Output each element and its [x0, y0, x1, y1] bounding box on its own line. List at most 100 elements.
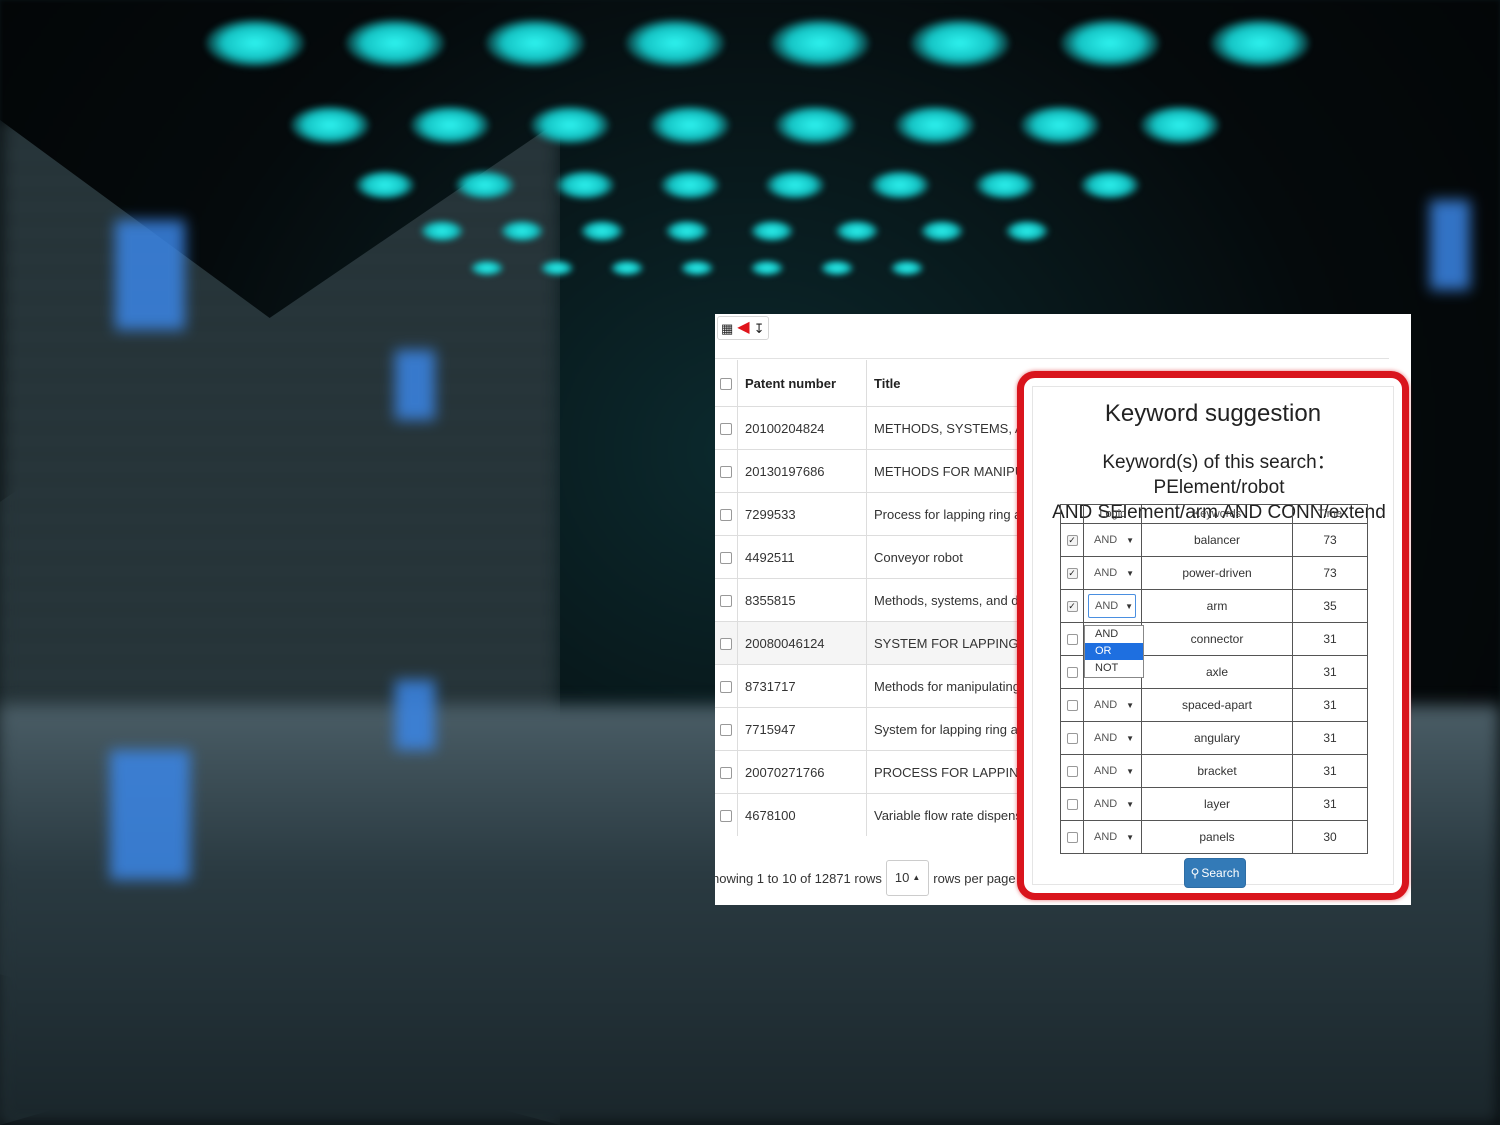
patent-number-cell: 20100204824: [737, 406, 867, 450]
logic-header: Logic: [1083, 504, 1142, 524]
ceiling-light: [610, 260, 644, 276]
row-checkbox[interactable]: [720, 724, 732, 737]
table-row[interactable]: 4492511 Conveyor robot: [715, 535, 1056, 579]
keyword-checkbox[interactable]: ✓: [1066, 568, 1078, 580]
ceiling-light: [355, 170, 415, 200]
server-blue-panel: [1430, 200, 1470, 290]
patent-number-cell: 20080046124: [737, 621, 867, 665]
row-checkbox[interactable]: [720, 810, 732, 823]
export-icon[interactable]: ↧: [754, 322, 765, 335]
ceiling-light: [835, 220, 879, 242]
keyword-row: AND ▼ layer 31: [1060, 787, 1368, 821]
patent-number-cell: 4678100: [737, 793, 867, 836]
rows-per-page-label: rows per page: [933, 870, 1016, 886]
grid-icon[interactable]: ▦: [721, 322, 733, 335]
ceiling-light: [580, 220, 624, 242]
table-row[interactable]: 8355815 Methods, systems, and device: [715, 578, 1056, 622]
patent-number-cell: 8355815: [737, 578, 867, 622]
table-row[interactable]: 8731717 Methods for manipulating cutti: [715, 664, 1056, 708]
logic-value: AND: [1094, 831, 1118, 843]
pagination-summary: howing 1 to 10 of 12871 rows: [715, 870, 882, 886]
ceiling-light: [870, 170, 930, 200]
keyword-checkbox[interactable]: ✓: [1066, 601, 1078, 613]
dropdown-option-and[interactable]: AND: [1085, 626, 1143, 643]
row-checkbox[interactable]: [720, 595, 732, 608]
logic-select[interactable]: AND ▼: [1088, 792, 1136, 816]
search-button-label: Search: [1201, 866, 1240, 880]
caret-down-icon: ▼: [1126, 766, 1134, 776]
keyword-cell: arm: [1141, 589, 1293, 623]
logic-value: AND: [1094, 567, 1118, 579]
ceiling-light: [680, 260, 714, 276]
ceiling-light: [485, 18, 585, 68]
search-button[interactable]: ⚲ Search: [1184, 858, 1246, 888]
server-blue-panel: [395, 680, 435, 750]
ceiling-light: [455, 170, 515, 200]
table-row[interactable]: 7715947 System for lapping ring and pir: [715, 707, 1056, 751]
keywords-header: Keywords: [1141, 504, 1293, 524]
keyword-checkbox[interactable]: [1066, 799, 1078, 811]
patent-number-cell: 7299533: [737, 492, 867, 536]
keyword-checkbox[interactable]: [1066, 832, 1078, 844]
keyword-checkbox[interactable]: [1066, 766, 1078, 778]
logic-select[interactable]: AND ▼: [1088, 561, 1136, 585]
row-checkbox[interactable]: [720, 423, 732, 436]
dropdown-option-or[interactable]: OR: [1085, 643, 1143, 660]
ceiling-light: [910, 18, 1010, 68]
row-checkbox[interactable]: [720, 466, 732, 479]
logic-value: AND: [1094, 798, 1118, 810]
search-icon: ⚲: [1190, 866, 1200, 880]
logic-select[interactable]: AND ▼: [1088, 693, 1136, 717]
logic-value: AND: [1094, 732, 1118, 744]
ceiling-light: [345, 18, 445, 68]
logic-dropdown-menu: AND OR NOT: [1084, 625, 1144, 678]
time-cell: 31: [1292, 622, 1368, 656]
back-arrow-icon[interactable]: ◀: [737, 320, 749, 336]
patent-number-cell: 4492511: [737, 535, 867, 579]
logic-select[interactable]: AND ▼: [1088, 759, 1136, 783]
ceiling-light: [820, 260, 854, 276]
server-blue-panel: [395, 350, 435, 420]
table-row[interactable]: 20100204824 METHODS, SYSTEMS, AND D: [715, 406, 1056, 450]
row-checkbox[interactable]: [720, 552, 732, 565]
row-checkbox[interactable]: [720, 638, 732, 651]
time-cell: 30: [1292, 820, 1368, 854]
time-cell: 31: [1292, 655, 1368, 689]
ceiling-light: [410, 105, 490, 145]
page-size-select[interactable]: 10 ▲: [885, 860, 930, 896]
row-checkbox[interactable]: [720, 767, 732, 780]
keyword-cell: axle: [1141, 655, 1293, 689]
ceiling-light: [660, 170, 720, 200]
table-row[interactable]: 4678100 Variable flow rate dispensing v: [715, 793, 1056, 836]
keyword-checkbox[interactable]: [1066, 667, 1078, 679]
row-checkbox[interactable]: [720, 509, 732, 522]
results-toolbar: ▦ ◀ ↧: [717, 316, 769, 340]
time-cell: 31: [1292, 787, 1368, 821]
dropdown-option-not[interactable]: NOT: [1085, 660, 1143, 677]
keyword-row: AND ▼ bracket 31: [1060, 754, 1368, 788]
keyword-checkbox[interactable]: [1066, 733, 1078, 745]
table-row[interactable]: 20080046124 SYSTEM FOR LAPPING RING: [715, 621, 1056, 665]
summary-line-1: Keyword(s) of this search：PElement/robot: [1102, 452, 1336, 498]
table-row[interactable]: 20130197686 METHODS FOR MANIPULATI: [715, 449, 1056, 493]
keyword-checkbox[interactable]: [1066, 634, 1078, 646]
table-row[interactable]: 20070271766 PROCESS FOR LAPPING RIN: [715, 750, 1056, 794]
select-all-checkbox[interactable]: [720, 378, 732, 391]
ceiling-light: [500, 220, 544, 242]
table-row[interactable]: 7299533 Process for lapping ring and pi: [715, 492, 1056, 536]
logic-select-open[interactable]: AND ▼: [1088, 594, 1136, 618]
ceiling-light: [770, 18, 870, 68]
patent-number-cell: 8731717: [737, 664, 867, 708]
ceiling-light: [1020, 105, 1100, 145]
patent-number-header[interactable]: Patent number: [737, 360, 867, 407]
ceiling-light: [625, 18, 725, 68]
keyword-checkbox[interactable]: [1066, 700, 1078, 712]
logic-select[interactable]: AND ▼: [1088, 825, 1136, 849]
row-checkbox[interactable]: [720, 681, 732, 694]
caret-down-icon: ▼: [1126, 832, 1134, 842]
keyword-checkbox[interactable]: ✓: [1066, 535, 1078, 547]
caret-down-icon: ▼: [1126, 568, 1134, 578]
logic-select[interactable]: AND ▼: [1088, 528, 1136, 552]
logic-select[interactable]: AND ▼: [1088, 726, 1136, 750]
keyword-suggestion-dialog: Keyword suggestion Keyword(s) of this se…: [1017, 371, 1409, 900]
